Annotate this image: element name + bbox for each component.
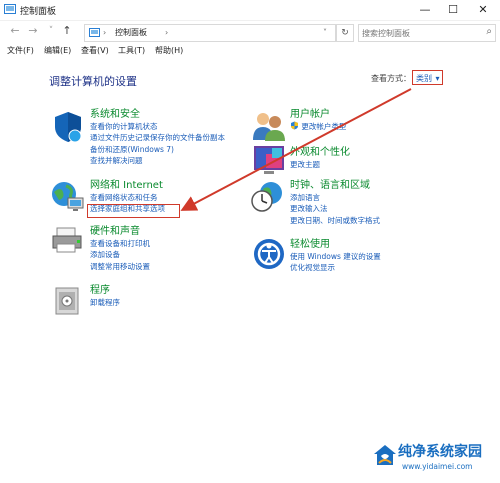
network-globe-icon[interactable] <box>49 180 85 214</box>
title-bar: 控制面板 — ☐ ✕ <box>0 0 500 21</box>
search-box[interactable]: ⌕ <box>358 24 496 42</box>
view-by-dropdown[interactable]: 类别 ▾ <box>412 70 443 85</box>
window-title: 控制面板 <box>20 7 57 17</box>
close-button[interactable]: ✕ <box>468 0 498 20</box>
menu-view[interactable]: 查看(V) <box>81 45 109 56</box>
category-system-security: 系统和安全 查看你的计算机状态 通过文件历史记录保存你的文件备份副本 备份和还原… <box>90 109 225 167</box>
forward-arrow-icon[interactable]: → <box>26 24 40 38</box>
link-backup-restore[interactable]: 备份和还原(Windows 7) <box>90 144 225 155</box>
category-user-accounts: 用户帐户 更改帐户类型 <box>290 109 346 132</box>
watermark-url: www.yidaimei.com <box>402 462 473 471</box>
uac-shield-icon <box>291 121 298 130</box>
link-file-history-backup[interactable]: 通过文件历史记录保存你的文件备份副本 <box>90 132 225 143</box>
link-change-theme[interactable]: 更改主题 <box>290 159 350 170</box>
category-title-programs[interactable]: 程序 <box>90 285 120 297</box>
breadcrumb-control-panel[interactable]: 控制面板 <box>115 26 147 40</box>
category-title-clock-region[interactable]: 时钟、语言和区域 <box>290 180 380 192</box>
search-icon[interactable]: ⌕ <box>486 26 492 37</box>
address-control-panel-icon <box>89 28 100 37</box>
category-hardware-sound: 硬件和声音 查看设备和打印机 添加设备 调整常用移动设置 <box>90 226 150 272</box>
menu-tools[interactable]: 工具(T) <box>118 45 145 56</box>
view-by-caret-icon: ▾ <box>435 74 440 83</box>
address-dropdown-chevron-icon[interactable]: ˅ <box>323 26 327 40</box>
back-arrow-icon[interactable]: ← <box>8 24 22 38</box>
category-ease-of-access: 轻松使用 使用 Windows 建议的设置 优化视觉显示 <box>290 239 381 274</box>
recent-locations-chevron-icon[interactable]: ˅ <box>44 24 58 38</box>
control-panel-app-icon <box>4 4 16 14</box>
link-optimize-visual-display[interactable]: 优化视觉显示 <box>290 262 381 273</box>
link-windows-suggested-settings[interactable]: 使用 Windows 建议的设置 <box>290 251 381 262</box>
link-uninstall-program[interactable]: 卸载程序 <box>90 297 120 308</box>
clock-globe-icon[interactable] <box>251 180 287 214</box>
link-change-account-type[interactable]: 更改帐户类型 <box>290 121 346 132</box>
ease-of-access-icon[interactable] <box>253 238 285 270</box>
category-clock-region: 时钟、语言和区域 添加语言 更改输入法 更改日期、时间或数字格式 <box>290 180 380 226</box>
menu-edit[interactable]: 编辑(E) <box>44 45 71 56</box>
link-view-computer-status[interactable]: 查看你的计算机状态 <box>90 121 225 132</box>
view-by-value: 类别 <box>416 74 432 83</box>
page-heading: 调整计算机的设置 <box>49 75 137 88</box>
link-add-language[interactable]: 添加语言 <box>290 192 380 203</box>
link-devices-printers[interactable]: 查看设备和打印机 <box>90 238 150 249</box>
view-by-label: 查看方式： <box>371 74 411 83</box>
control-panel-window: 控制面板 — ☐ ✕ ← → ˅ ↑ › 控制面板 › ˅ ↻ ⌕ 文件(F) … <box>0 0 500 483</box>
watermark-logo: 纯净系统家园 www.yidaimei.com <box>371 437 499 481</box>
search-input[interactable] <box>362 25 472 41</box>
category-programs: 程序 卸载程序 <box>90 285 120 308</box>
link-change-date-time-format[interactable]: 更改日期、时间或数字格式 <box>290 215 380 226</box>
link-add-device[interactable]: 添加设备 <box>90 249 150 260</box>
category-title-user-accounts[interactable]: 用户帐户 <box>290 109 346 121</box>
breadcrumb-separator-2: › <box>165 28 169 37</box>
category-title-system-security[interactable]: 系统和安全 <box>90 109 225 121</box>
watermark-house-icon <box>374 445 396 465</box>
category-title-appearance[interactable]: 外观和个性化 <box>290 147 350 159</box>
appearance-icon[interactable] <box>252 144 286 176</box>
up-arrow-icon[interactable]: ↑ <box>60 24 74 38</box>
maximize-button[interactable]: ☐ <box>438 0 468 20</box>
navigation-toolbar: ← → ˅ ↑ › 控制面板 › ˅ ↻ ⌕ <box>0 21 500 43</box>
link-network-status[interactable]: 查看网络状态和任务 <box>90 192 165 203</box>
minimize-button[interactable]: — <box>410 0 440 20</box>
link-troubleshoot[interactable]: 查找并解决问题 <box>90 155 225 166</box>
category-title-hardware-sound[interactable]: 硬件和声音 <box>90 226 150 238</box>
refresh-icon[interactable]: ↻ <box>336 24 354 42</box>
link-change-account-type-label: 更改帐户类型 <box>301 122 347 131</box>
watermark-title: 纯净系统家园 <box>398 444 482 460</box>
user-accounts-icon[interactable] <box>252 110 286 142</box>
category-appearance: 外观和个性化 更改主题 <box>290 147 350 170</box>
address-bar[interactable]: › 控制面板 › ˅ <box>84 24 336 42</box>
programs-icon[interactable] <box>53 284 83 318</box>
link-change-input-method[interactable]: 更改输入法 <box>290 203 380 214</box>
printer-icon[interactable] <box>51 226 85 256</box>
homegroup-link-highlight <box>87 204 180 218</box>
category-title-network-internet[interactable]: 网络和 Internet <box>90 180 165 192</box>
main-content: 调整计算机的设置 查看方式： 类别 ▾ 系统和安全 查看你的计算机状态 通过文件… <box>0 60 500 483</box>
category-title-ease-of-access[interactable]: 轻松使用 <box>290 239 381 251</box>
menu-help[interactable]: 帮助(H) <box>155 45 183 56</box>
link-mobility-settings[interactable]: 调整常用移动设置 <box>90 261 150 272</box>
shield-icon[interactable] <box>51 110 85 144</box>
breadcrumb-separator: › <box>103 28 107 37</box>
menu-bar: 文件(F) 编辑(E) 查看(V) 工具(T) 帮助(H) <box>0 44 500 58</box>
menu-file[interactable]: 文件(F) <box>7 45 34 56</box>
